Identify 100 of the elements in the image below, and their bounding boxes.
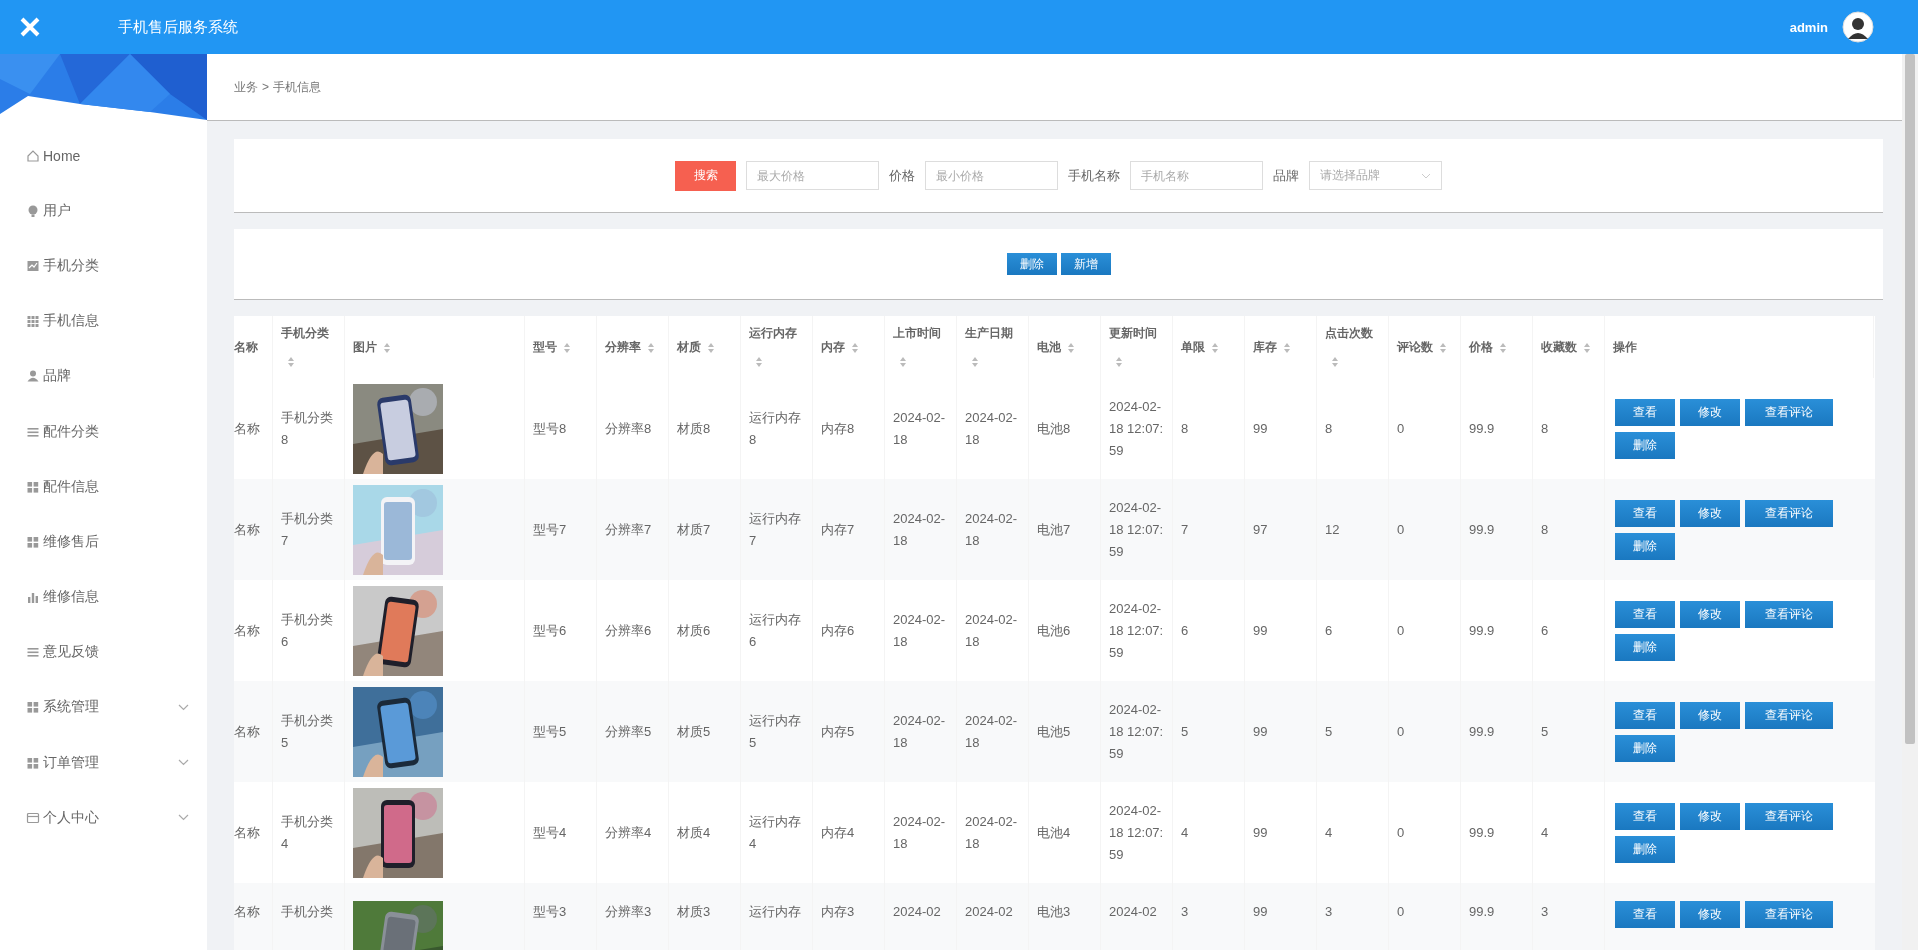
sort-icon[interactable] [1439,341,1447,354]
row-action-button[interactable]: 查看评论 [1745,701,1833,729]
grid-icon [26,479,40,494]
table-cell-text: 电池7 [1037,520,1071,539]
sort-icon[interactable] [647,341,655,354]
column-header[interactable]: 生产日期 [965,319,1020,375]
row-action-button[interactable]: 修改 [1680,802,1740,830]
row-action-button[interactable]: 查看评论 [1745,398,1833,426]
sort-icon[interactable] [1067,341,1075,354]
row-action-button[interactable]: 修改 [1680,901,1740,928]
table-cell-text: 电池4 [1037,823,1071,842]
row-action-button[interactable]: 查看 [1615,600,1675,628]
sort-icon[interactable] [1331,355,1339,368]
column-header[interactable]: 图片 [353,333,391,361]
column-header[interactable]: 手机分类 [281,319,336,375]
row-action-button[interactable]: 删除 [1615,532,1675,560]
avatar-icon[interactable] [1842,11,1874,43]
breadcrumb-item[interactable]: 业务 [234,78,258,96]
input-field[interactable]: 最小价格 [925,161,1058,190]
input-field[interactable]: 最大价格 [746,161,879,190]
search-button[interactable]: 搜索 [675,160,736,191]
column-header[interactable]: 价格 [1469,333,1507,361]
column-header[interactable]: 内存 [821,333,859,361]
column-header[interactable]: 评论数 [1397,333,1447,361]
sidebar-item[interactable]: Home [0,128,207,184]
table-cell-text: 8 [1541,419,1549,438]
row-action-button[interactable]: 删除 [1615,633,1675,661]
sidebar-item[interactable]: 用户 [0,183,207,239]
breadcrumb-item: 手机信息 [273,78,321,96]
row-action-button[interactable]: 查看评论 [1745,901,1833,928]
sort-icon[interactable] [971,355,979,368]
sort-icon[interactable] [1283,341,1291,354]
delete-button[interactable]: 删除 [1006,253,1057,275]
row-action-button[interactable]: 删除 [1615,734,1675,762]
sidebar-item[interactable]: 手机分类 [0,238,207,294]
sidebar-item[interactable]: 品牌 [0,348,207,404]
row-action-button[interactable]: 修改 [1680,600,1740,628]
sidebar-item[interactable]: 配件分类 [0,403,207,460]
column-header[interactable]: 型号 [533,333,571,361]
row-action-button[interactable]: 查看评论 [1745,600,1833,628]
column-header[interactable]: 运行内存 [749,319,804,375]
sidebar-item[interactable]: 订单管理 [0,735,207,791]
row-action-button[interactable]: 查看 [1615,398,1675,426]
input-field[interactable]: 手机名称 [1130,161,1263,190]
column-header[interactable]: 分辨率 [605,333,655,361]
column-header[interactable]: 收藏数 [1541,333,1591,361]
sidebar-item[interactable]: 意见反馈 [0,624,207,680]
sort-icon[interactable] [563,341,571,354]
table-cell-text: 运行内存8 [749,408,802,449]
column-header[interactable]: 电池 [1037,333,1075,361]
table-cell-text: 2024-02-18 [965,610,1019,651]
row-action-button[interactable]: 修改 [1680,499,1740,527]
row-action-button[interactable]: 删除 [1615,835,1675,863]
sidebar-item[interactable]: 维修售后 [0,514,207,570]
table-cell-text: 97 [1253,520,1268,539]
table-cell-text: 99 [1253,621,1268,640]
row-action-button[interactable]: 查看 [1615,802,1675,830]
sort-icon[interactable] [1499,341,1507,354]
table-cell-text: 99 [1253,903,1268,921]
table-cell-text: 内存7 [821,520,855,539]
column-header[interactable]: 点击次数 [1325,319,1380,375]
pin-icon [26,203,40,218]
column-header[interactable]: 更新时间 [1109,319,1164,375]
user-name[interactable]: admin [1789,19,1828,35]
row-action-button[interactable]: 修改 [1680,398,1740,426]
sidebar-item[interactable]: 手机信息 [0,293,207,349]
sort-icon[interactable] [899,355,907,368]
sidebar-item[interactable]: 个人中心 [0,790,207,846]
close-icon[interactable] [19,16,41,38]
sort-icon[interactable] [1115,355,1123,368]
grid-icon [26,700,40,715]
column-header[interactable]: 上市时间 [893,319,948,375]
table-cell-text: 材质4 [677,823,711,842]
row-action-button[interactable]: 查看 [1615,499,1675,527]
add-button[interactable]: 新增 [1060,253,1111,275]
row-action-button[interactable]: 删除 [1615,431,1675,459]
table-cell-text: 分辨率6 [605,621,652,640]
row-action-button[interactable]: 查看评论 [1745,499,1833,527]
table-cell-text: 0 [1397,903,1405,921]
column-header[interactable]: 单限 [1181,333,1219,361]
scrollbar[interactable] [1902,54,1918,950]
sort-icon[interactable] [1583,341,1591,354]
row-action-button[interactable]: 修改 [1680,701,1740,729]
sidebar-item[interactable]: 维修信息 [0,569,207,625]
table-cell-text: 名称 [234,621,260,640]
sidebar-item[interactable]: 配件信息 [0,459,207,515]
sort-icon[interactable] [851,341,859,354]
sort-icon[interactable] [287,355,295,368]
sort-icon[interactable] [707,341,715,354]
sort-icon[interactable] [755,355,763,368]
sort-icon[interactable] [1211,341,1219,354]
row-action-button[interactable]: 查看 [1615,701,1675,729]
table-cell-text: 3 [1181,903,1189,921]
column-header[interactable]: 库存 [1253,333,1291,361]
sort-icon[interactable] [383,341,391,354]
table-cell-text: 6 [1325,621,1333,640]
row-action-button[interactable]: 查看评论 [1745,802,1833,830]
row-action-button[interactable]: 查看 [1615,901,1675,928]
sidebar-item[interactable]: 系统管理 [0,679,207,736]
column-header[interactable]: 材质 [677,333,715,361]
